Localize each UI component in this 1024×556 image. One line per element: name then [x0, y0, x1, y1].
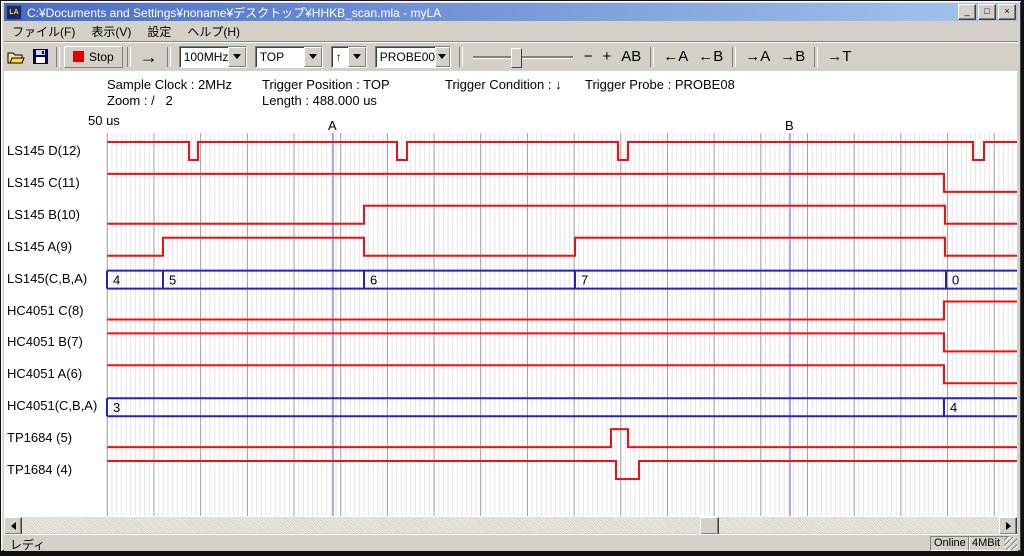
resize-grip-icon[interactable] [1004, 537, 1017, 550]
bus-value: 6 [370, 273, 377, 288]
close-button[interactable]: × [998, 4, 1016, 20]
wave-TP1684 (4) [107, 461, 1017, 479]
wave-HC4051 A(6) [107, 365, 1017, 383]
bus-value: 7 [581, 273, 588, 288]
status-online-badge: Online [930, 536, 970, 551]
app-icon[interactable]: LA [6, 5, 22, 20]
menu-bar: ファイル(F) 表示(V) 設定 ヘルプ(H) [4, 22, 1018, 42]
stop-icon [73, 51, 84, 62]
trigger-position-dropdown[interactable]: TOP [255, 46, 323, 68]
title-bar[interactable]: LA C:¥Documents and Settings¥noname¥デスクト… [4, 3, 1018, 21]
bus-value: 0 [952, 273, 959, 288]
zoom-out-button[interactable]: − [579, 47, 598, 67]
waveform-plot: 4 5 6 7 0 3 4 [0, 112, 1019, 517]
wave-LS145 B(10) [107, 206, 1017, 224]
status-bar: レディ Online 4MBit [4, 534, 1018, 551]
chevron-down-icon [438, 54, 446, 59]
goto-b-right-button[interactable]: →B [775, 47, 810, 67]
wave-LS145 C(11) [107, 174, 1017, 192]
toolbar-separator [459, 47, 463, 67]
wave-HC4051 B(7) [107, 333, 1017, 351]
scroll-right-button[interactable] [999, 517, 1017, 535]
length-info: Length : 488.000 us [262, 93, 377, 108]
sample-clock-dropdown[interactable]: 100MHz [179, 46, 247, 68]
bus-value: 5 [169, 273, 176, 288]
goto-a-left-button[interactable]: ←A [658, 47, 693, 67]
dropdown-button[interactable] [348, 47, 366, 67]
wave-LS145 A(9) [107, 238, 1017, 256]
minimize-button[interactable]: _ [958, 4, 976, 20]
goto-trigger-button[interactable]: →T [822, 47, 856, 67]
menu-help[interactable]: ヘルプ(H) [179, 21, 248, 42]
open-file-button[interactable] [6, 48, 26, 66]
toolbar-separator [650, 47, 654, 67]
wave-HC4051 C(8) [107, 302, 1017, 320]
zoom-info: Zoom : / 2 [107, 93, 173, 108]
maximize-button[interactable]: □ [978, 4, 996, 20]
toolbar-separator [167, 47, 171, 67]
wave-LS145 D(12) [107, 142, 1017, 160]
ab-button[interactable]: AB [616, 47, 646, 67]
arrow-left-icon [11, 522, 16, 530]
slider-track [473, 56, 573, 58]
trigger-edge-dropdown[interactable]: ↑ [331, 46, 367, 68]
dropdown-button[interactable] [435, 47, 450, 67]
floppy-disk-icon [33, 49, 48, 64]
toolbar-separator [814, 47, 818, 67]
dropdown-button[interactable] [228, 47, 245, 67]
save-button[interactable] [30, 48, 50, 66]
open-folder-icon [7, 50, 25, 64]
arrow-right-icon [1006, 522, 1011, 530]
zoom-in-button[interactable]: + [597, 47, 616, 67]
toolbar: Stop → 100MHz TOP ↑ PROBE00 − + AB ←A [4, 42, 1018, 71]
chevron-down-icon [233, 54, 241, 59]
screen: LA C:¥Documents and Settings¥noname¥デスクト… [0, 0, 1024, 556]
toolbar-separator [56, 47, 60, 67]
zoom-slider[interactable] [473, 47, 573, 67]
horizontal-scrollbar[interactable] [4, 517, 1017, 533]
run-button[interactable]: → [135, 47, 163, 67]
toolbar-separator [127, 47, 131, 67]
status-ready-text: レディ [10, 536, 45, 553]
goto-a-right-button[interactable]: →A [740, 47, 775, 67]
scroll-left-button[interactable] [4, 517, 22, 535]
bus-value: 3 [113, 400, 120, 415]
scrollbar-thumb[interactable] [700, 517, 719, 535]
bus-value: 4 [950, 400, 957, 415]
chevron-down-icon [309, 54, 317, 59]
chevron-down-icon [353, 54, 361, 59]
trigger-condition-info: Trigger Condition : ↓ [445, 77, 562, 92]
bus-value: 4 [113, 273, 120, 288]
wave-TP1684 (5) [107, 429, 1017, 447]
window-title: C:¥Documents and Settings¥noname¥デスクトップ¥… [27, 4, 956, 21]
trigger-probe-info: Trigger Probe : PROBE08 [585, 77, 735, 92]
menu-settings[interactable]: 設定 [139, 21, 179, 42]
menu-view[interactable]: 表示(V) [83, 21, 139, 42]
stop-button[interactable]: Stop [64, 46, 123, 68]
dropdown-button[interactable] [304, 47, 322, 67]
trigger-probe-dropdown[interactable]: PROBE00 [375, 46, 451, 68]
trigger-position-info: Trigger Position : TOP [262, 77, 390, 92]
toolbar-separator [732, 47, 736, 67]
menu-file[interactable]: ファイル(F) [4, 21, 83, 42]
slider-thumb[interactable] [511, 48, 522, 68]
goto-b-left-button[interactable]: ←B [693, 47, 728, 67]
sample-clock-info: Sample Clock : 2MHz [107, 77, 232, 92]
